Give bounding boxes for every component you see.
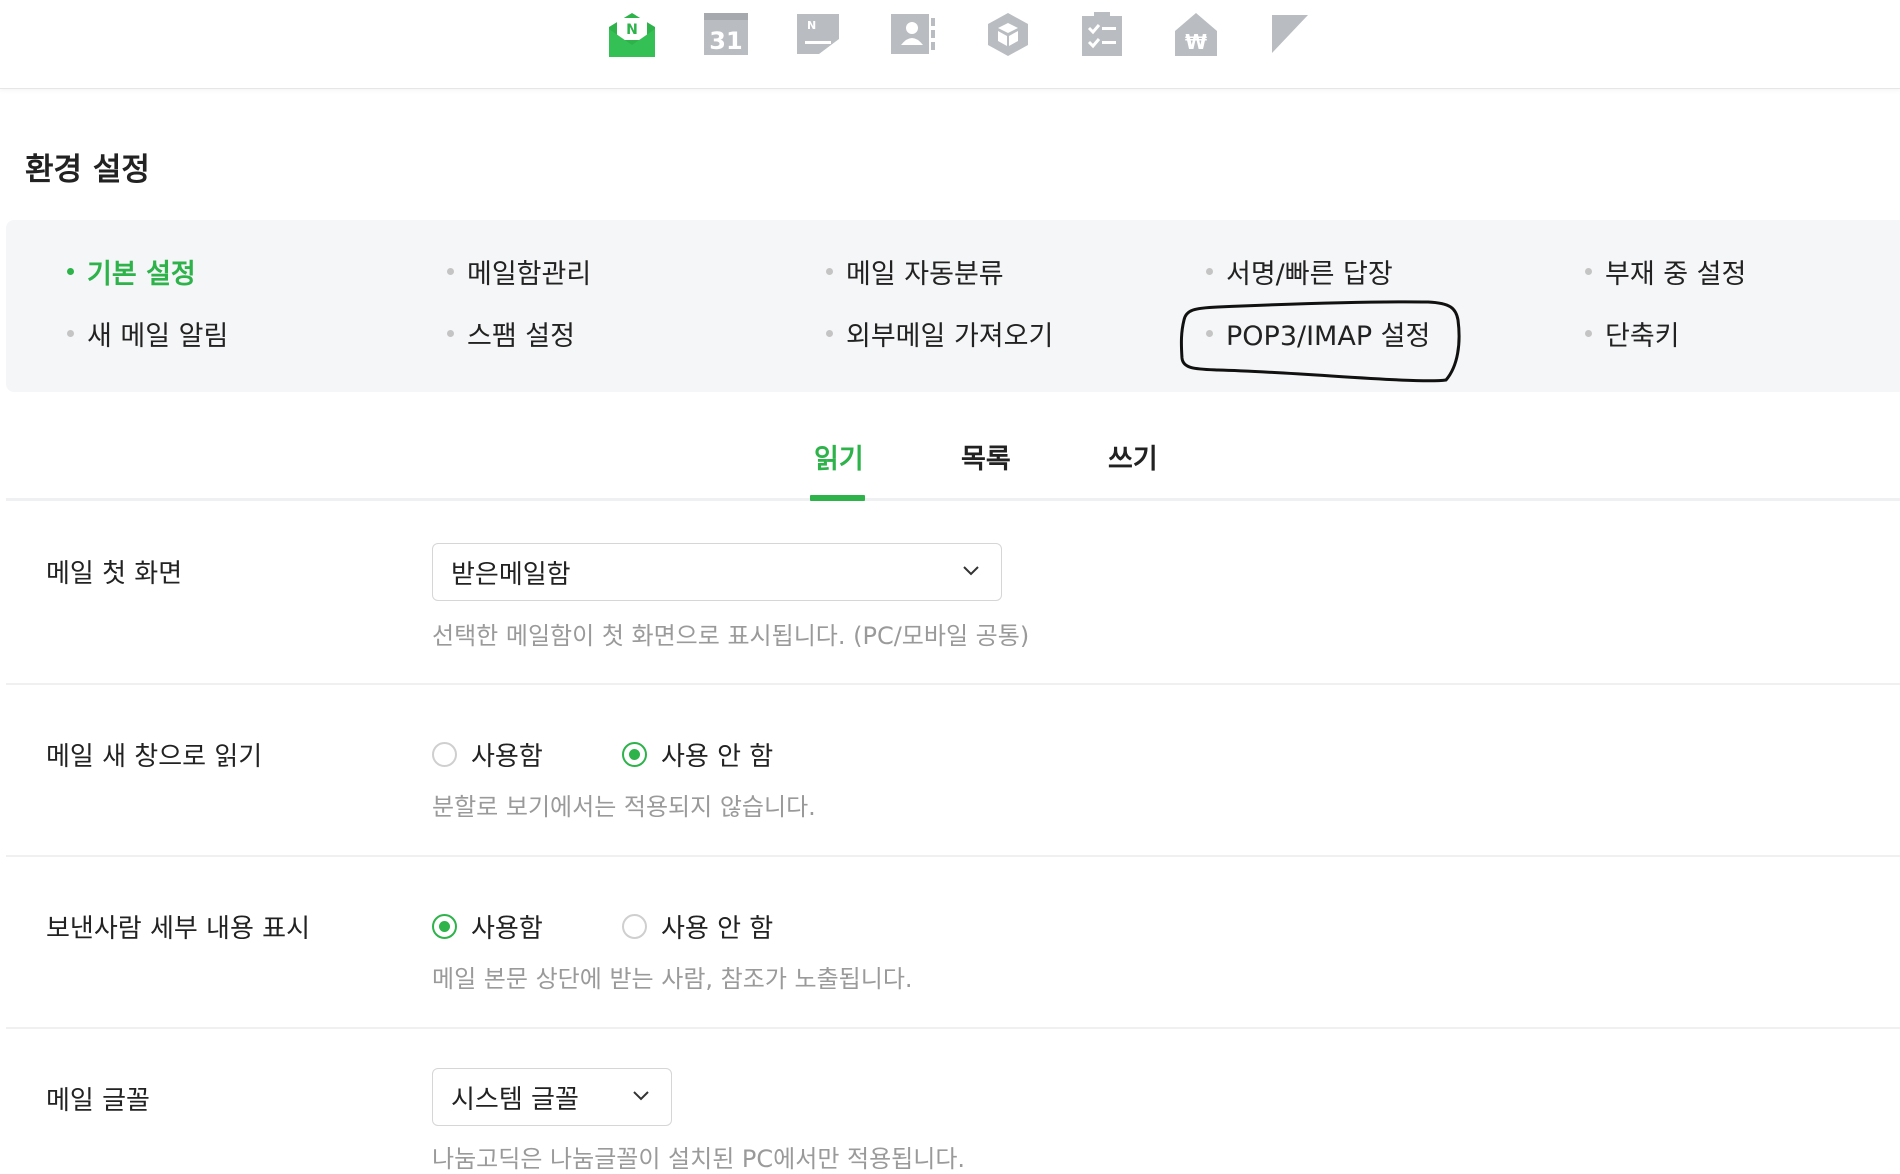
contacts-app-icon[interactable] — [890, 8, 938, 60]
radio-circle — [622, 914, 647, 939]
svg-text:N: N — [807, 19, 816, 32]
calendar-app-icon[interactable]: 31 — [702, 8, 750, 60]
mail-app-icon[interactable]: N — [608, 8, 656, 60]
tab-read[interactable]: 읽기 — [814, 437, 864, 476]
menu-label: POP3/IMAP 설정 — [1226, 321, 1431, 352]
radio-label: 사용함 — [471, 914, 543, 944]
first-screen-select[interactable]: 받은메일함 — [432, 543, 1002, 601]
row-divider — [6, 683, 1900, 685]
sender-detail-off-radio[interactable]: 사용 안 함 — [622, 908, 773, 945]
settings-menu — [6, 220, 1900, 392]
menu-label: 서명/빠른 답장 — [1226, 259, 1393, 290]
new-window-off-radio[interactable]: 사용 안 함 — [622, 736, 773, 773]
first-screen-hint: 선택한 메일함이 첫 화면으로 표시됩니다. (PC/모바일 공통) — [432, 622, 1030, 650]
bullet-dot — [67, 268, 74, 275]
sender-detail-label: 보낸사람 세부 내용 표시 — [46, 914, 310, 944]
new-window-hint: 분할로 보기에서는 적용되지 않습니다. — [432, 793, 816, 821]
household-ledger-app-icon[interactable]: ₩ — [1172, 8, 1220, 60]
mail-font-select[interactable]: 시스템 글꼴 — [432, 1068, 672, 1126]
mail-font-hint: 나눔고딕은 나눔글꼴이 설치된 PC에서만 적용됩니다. — [432, 1145, 966, 1173]
bullet-dot — [1585, 330, 1592, 337]
active-tab-indicator — [810, 495, 865, 501]
menu-label: 기본 설정 — [87, 259, 196, 290]
mail-font-label: 메일 글꼴 — [46, 1086, 150, 1116]
menu-auto-sort[interactable]: 메일 자동분류 — [826, 252, 1004, 291]
tab-list[interactable]: 목록 — [961, 437, 1011, 476]
sender-detail-on-radio[interactable]: 사용함 — [432, 908, 543, 945]
bullet-dot — [447, 268, 454, 275]
mail-font-value: 시스템 글꼴 — [451, 1084, 579, 1115]
row-divider — [6, 855, 1900, 857]
new-window-on-radio[interactable]: 사용함 — [432, 736, 543, 773]
bullet-dot — [1585, 268, 1592, 275]
tabs-divider — [6, 498, 1900, 501]
page-title: 환경 설정 — [25, 152, 150, 188]
radio-label: 사용 안 함 — [661, 742, 774, 772]
menu-external-mail-import[interactable]: 외부메일 가져오기 — [826, 314, 1053, 353]
menu-label: 스팸 설정 — [467, 321, 575, 352]
task-app-icon[interactable] — [1078, 8, 1126, 60]
app-switcher: N 31 N ₩ — [608, 8, 1314, 60]
drive-app-icon[interactable] — [984, 8, 1032, 60]
bookmark-app-icon[interactable] — [1266, 8, 1314, 60]
tab-write[interactable]: 쓰기 — [1108, 437, 1158, 476]
note-app-icon[interactable]: N — [796, 8, 844, 60]
sender-detail-hint: 메일 본문 상단에 받는 사람, 참조가 노출됩니다. — [432, 965, 913, 993]
bullet-dot — [1206, 330, 1213, 337]
bullet-dot — [826, 268, 833, 275]
first-screen-label: 메일 첫 화면 — [46, 559, 183, 589]
chevron-down-icon — [963, 566, 979, 576]
radio-circle — [432, 742, 457, 767]
menu-away-settings[interactable]: 부재 중 설정 — [1585, 252, 1746, 291]
new-window-label: 메일 새 창으로 읽기 — [46, 742, 263, 772]
top-app-bar: N 31 N ₩ — [0, 0, 1900, 89]
svg-text:31: 31 — [709, 27, 742, 55]
radio-circle — [622, 742, 647, 767]
menu-pop3-imap-settings[interactable]: POP3/IMAP 설정 — [1206, 314, 1430, 353]
bullet-dot — [447, 330, 454, 337]
radio-circle — [432, 914, 457, 939]
menu-label: 부재 중 설정 — [1605, 259, 1747, 290]
radio-label: 사용 안 함 — [661, 914, 774, 944]
menu-label: 외부메일 가져오기 — [846, 321, 1054, 352]
bullet-dot — [1206, 268, 1213, 275]
menu-label: 메일 자동분류 — [846, 259, 1004, 290]
menu-basic-settings[interactable]: 기본 설정 — [67, 252, 196, 291]
bullet-dot — [67, 330, 74, 337]
chevron-down-icon — [633, 1091, 649, 1101]
menu-label: 새 메일 알림 — [87, 321, 229, 352]
first-screen-value: 받은메일함 — [451, 559, 571, 590]
menu-signature-quick-reply[interactable]: 서명/빠른 답장 — [1206, 252, 1393, 291]
menu-spam-settings[interactable]: 스팸 설정 — [447, 314, 575, 353]
menu-shortcuts[interactable]: 단축키 — [1585, 314, 1680, 353]
svg-text:N: N — [626, 22, 638, 38]
row-divider — [6, 1027, 1900, 1029]
menu-label: 메일함관리 — [467, 259, 592, 290]
radio-label: 사용함 — [471, 742, 543, 772]
svg-text:₩: ₩ — [1185, 30, 1207, 54]
menu-mailbox-management[interactable]: 메일함관리 — [447, 252, 591, 291]
menu-new-mail-alert[interactable]: 새 메일 알림 — [67, 314, 228, 353]
bullet-dot — [826, 330, 833, 337]
menu-label: 단축키 — [1605, 321, 1680, 352]
